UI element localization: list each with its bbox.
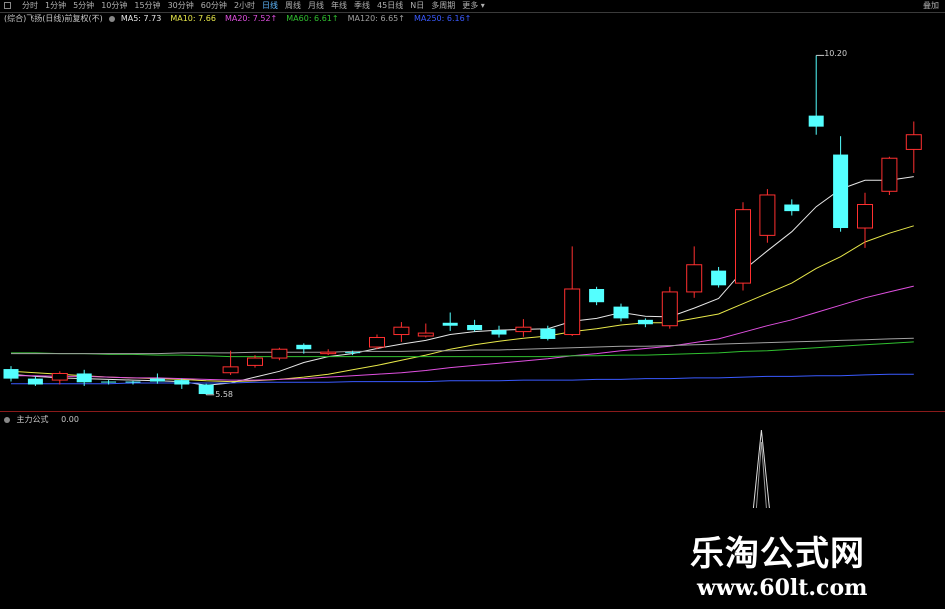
ma-line-ma250 (11, 373, 914, 385)
candle-body-up (369, 336, 385, 348)
sub-indicator-spike-inner (755, 441, 767, 509)
candle-body-down (27, 378, 43, 385)
high-price-label: 10.20 (824, 49, 848, 59)
candle-body-down (296, 344, 312, 350)
candle-body-down (540, 328, 556, 339)
ma-line-ma10 (10, 225, 914, 383)
candlestick-chart[interactable] (0, 0, 945, 609)
candle-body-up (51, 372, 68, 381)
candle-body-up (320, 351, 337, 355)
candle-body-down (198, 384, 214, 395)
candle-body-up (247, 357, 263, 366)
watermark-url: www.60lt.com (697, 575, 868, 601)
candle-body-down (442, 322, 458, 326)
candle-body-down (833, 154, 849, 229)
candle-body-down (467, 324, 483, 331)
candle-body-up (905, 134, 922, 150)
candle-body-down (784, 204, 800, 212)
sub-settings-icon[interactable] (4, 416, 10, 423)
ma-line-ma120 (11, 337, 914, 355)
candle-body-down (125, 381, 141, 383)
sub-indicator-value: 0.00 (61, 415, 79, 424)
candle-body-up (857, 204, 873, 229)
sub-indicator-spike (752, 429, 770, 509)
candle-body-up (735, 209, 751, 284)
sub-indicator-title: 主力公式 0.00 (4, 414, 79, 425)
candle-body-down (149, 378, 165, 382)
candle-body-down (808, 115, 824, 127)
low-price-label: 5.58 (215, 389, 233, 399)
candle-body-up (271, 348, 288, 359)
candle-body-down (491, 330, 507, 335)
candle-body-up (393, 326, 410, 336)
candle-body-down (101, 381, 117, 383)
candle-body-up (661, 291, 678, 327)
candle-body-up (686, 264, 703, 293)
candle-body-up (515, 326, 532, 333)
candle-body-down (613, 306, 629, 319)
candle-body-up (222, 366, 239, 374)
candle-body-down (711, 270, 727, 286)
candle-body-down (589, 288, 605, 303)
candle-body-down (345, 352, 361, 354)
candle-body-down (174, 380, 190, 385)
candle-body-up (759, 194, 776, 236)
candle-body-up (417, 332, 434, 337)
sub-indicator-name[interactable]: 主力公式 (17, 415, 49, 424)
candle-body-down (637, 319, 653, 325)
stock-chart-window: 分时 1分钟 5分钟 10分钟 15分钟 30分钟 60分钟 2小时 日线 周线 月线 年线 季线 45日… (0, 0, 945, 609)
watermark-title: 乐淘公式网 (690, 534, 865, 574)
ma-line-ma60 (11, 341, 914, 358)
candle-body-down (76, 373, 92, 383)
candle-body-up (881, 157, 898, 192)
candle-body-up (564, 288, 581, 336)
candle-body-down (3, 369, 19, 379)
